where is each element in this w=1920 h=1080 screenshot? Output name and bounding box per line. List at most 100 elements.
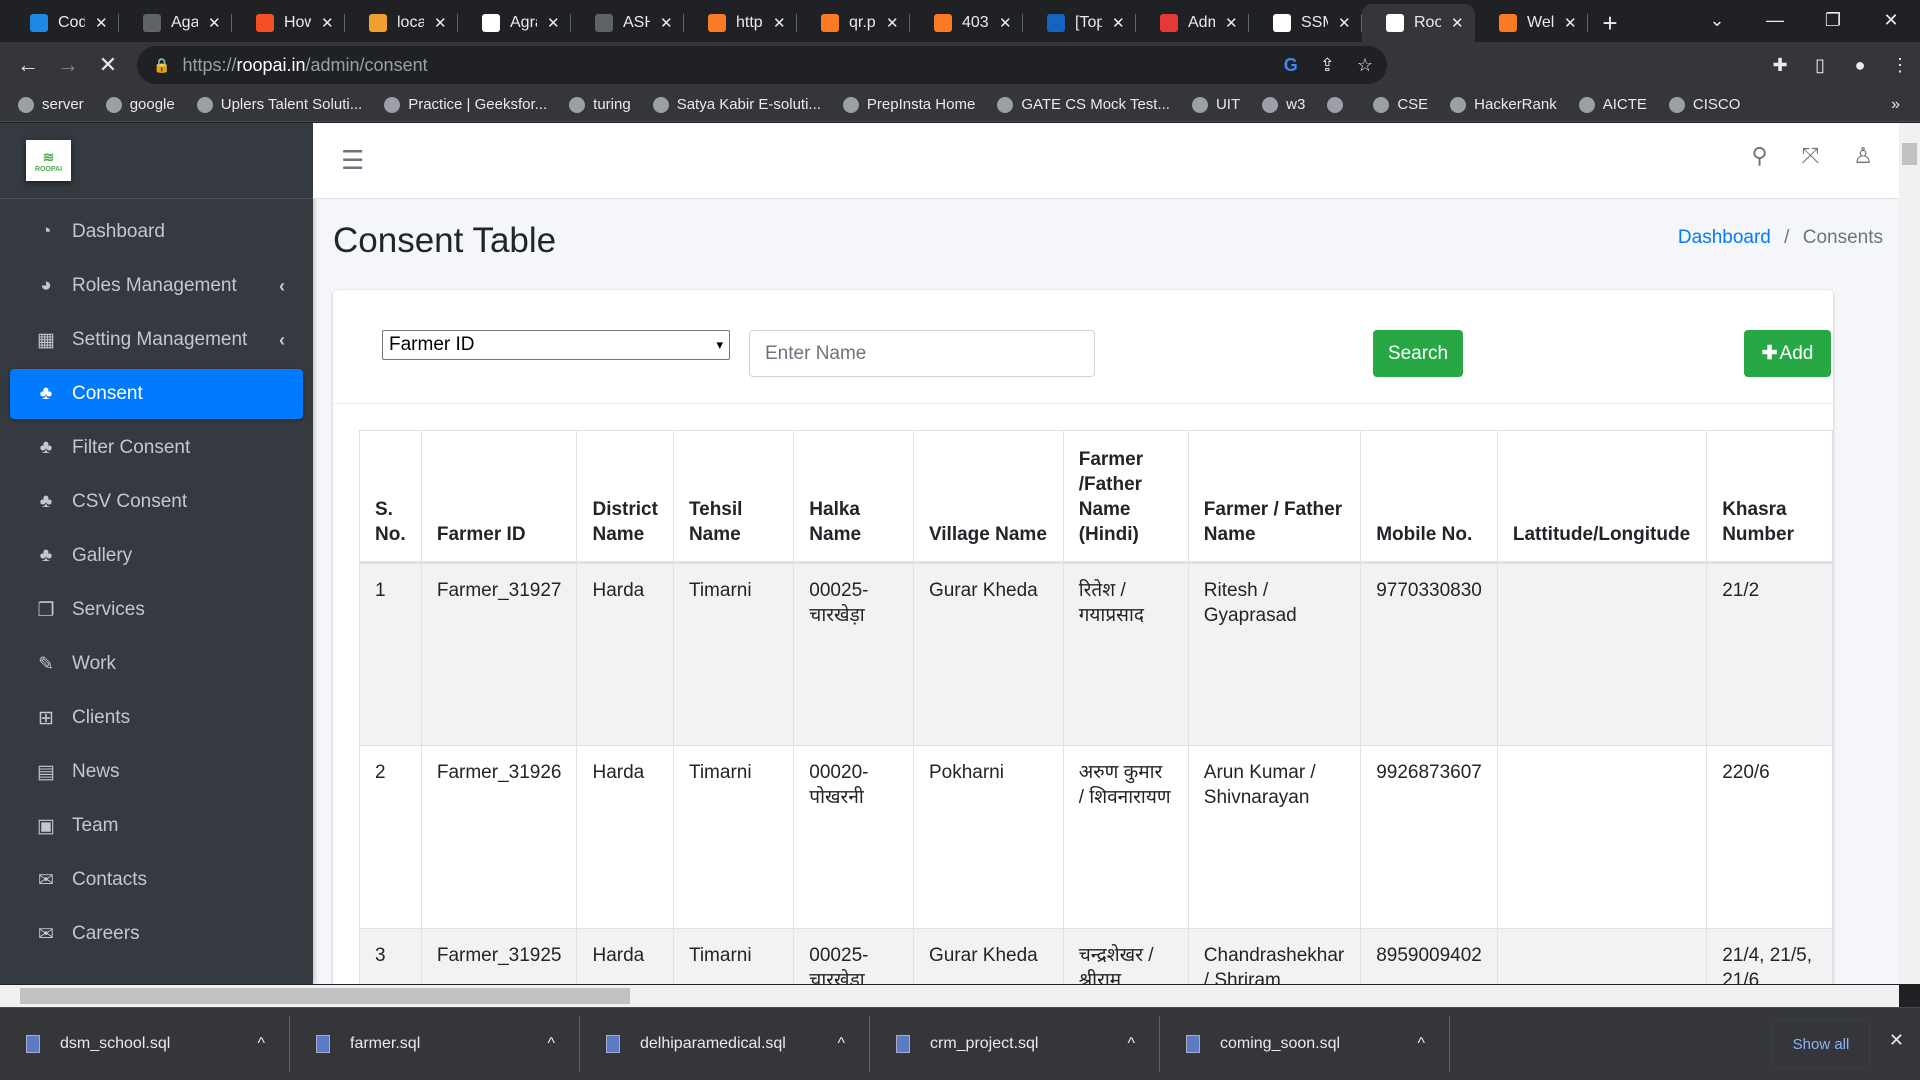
tab-close-icon[interactable]: ✕ [321, 14, 335, 32]
browser-tab[interactable]: ASHO ✕ [571, 4, 684, 42]
share-icon[interactable]: ⇪ [1320, 55, 1335, 76]
vertical-scroll-thumb[interactable] [1902, 143, 1917, 165]
browser-tab[interactable]: Agra ✕ [458, 4, 571, 42]
browser-tab[interactable]: Adm ✕ [1136, 4, 1249, 42]
sidebar-item-services[interactable]: ❐ Services [10, 585, 303, 635]
close-downloads-icon[interactable]: ✕ [1889, 1030, 1904, 1051]
extensions-icon[interactable]: ✚ [1760, 55, 1800, 76]
bookmarks-overflow-icon[interactable]: » [1891, 96, 1900, 114]
bookmark-item[interactable]: Satya Kabir E-soluti... [652, 96, 821, 113]
sidebar-item-team[interactable]: ▣ Team [10, 801, 303, 851]
vertical-scrollbar[interactable] [1899, 123, 1920, 984]
bookmark-item[interactable]: Practice | Geeksfor... [384, 96, 547, 113]
tab-close-icon[interactable]: ✕ [999, 14, 1013, 32]
column-header[interactable]: Village Name [912, 430, 1064, 564]
download-options-caret-icon[interactable]: ^ [837, 1035, 845, 1053]
tab-close-icon[interactable]: ✕ [547, 14, 561, 32]
forward-button[interactable]: → [48, 52, 88, 78]
bookmark-item[interactable]: google [105, 96, 175, 113]
tab-close-icon[interactable]: ✕ [1225, 14, 1239, 32]
horizontal-scroll-thumb[interactable] [20, 988, 630, 1004]
brand[interactable]: ≋ ROOPAI [0, 123, 313, 199]
bookmark-item[interactable]: HackerRank [1450, 96, 1557, 113]
column-header[interactable]: Lattitude/Longitude [1496, 430, 1708, 564]
sidebar-item-news[interactable]: ▤ News [10, 747, 303, 797]
bookmark-item[interactable]: turing [569, 96, 631, 113]
tab-close-icon[interactable]: ✕ [434, 14, 448, 32]
download-options-caret-icon[interactable]: ^ [1417, 1035, 1425, 1053]
browser-tab[interactable]: SSM ✕ [1249, 4, 1362, 42]
search-button[interactable]: Search [1373, 330, 1463, 377]
bookmark-item[interactable]: GATE CS Mock Test... [997, 96, 1170, 113]
browser-tab[interactable]: local ✕ [345, 4, 458, 42]
bookmark-item[interactable]: Uplers Talent Soluti... [196, 96, 362, 113]
browser-tab[interactable]: Welc ✕ [1475, 4, 1588, 42]
column-header[interactable]: Halka Name [793, 430, 914, 564]
menu-kebab-icon[interactable]: ⋮ [1880, 55, 1920, 76]
bookmark-item[interactable]: w3 [1262, 96, 1305, 113]
google-lens-icon[interactable]: G [1284, 55, 1298, 76]
browser-tab[interactable]: [Top ✕ [1023, 4, 1136, 42]
download-options-caret-icon[interactable]: ^ [257, 1035, 265, 1053]
horizontal-scrollbar[interactable] [0, 985, 1899, 1007]
bookmark-item[interactable]: CSE [1373, 96, 1428, 113]
side-panel-icon[interactable]: ▯ [1800, 55, 1840, 76]
sidebar-item-consent[interactable]: ♣ Consent [10, 369, 303, 419]
browser-tab[interactable]: 403 F ✕ [910, 4, 1023, 42]
tab-close-icon[interactable]: ✕ [208, 14, 222, 32]
breadcrumb-dashboard-link[interactable]: Dashboard [1678, 227, 1771, 248]
sidebar-item-setting-management[interactable]: ▦ Setting Management ‹ [10, 315, 303, 365]
add-button[interactable]: ✚ Add [1744, 330, 1831, 377]
sidebar-item-clients[interactable]: ⊞ Clients [10, 693, 303, 743]
tab-close-icon[interactable]: ✕ [773, 14, 787, 32]
column-header[interactable]: Farmer /Father Name (Hindi) [1062, 430, 1189, 564]
column-header[interactable]: Tehsil Name [672, 430, 795, 564]
browser-tab[interactable]: How ✕ [232, 4, 345, 42]
browser-tab[interactable]: Code ✕ [6, 4, 119, 42]
tab-search-icon[interactable]: ⌄ [1688, 0, 1746, 40]
sidebar-item-work[interactable]: ✎ Work [10, 639, 303, 689]
close-window-button[interactable]: ✕ [1862, 0, 1920, 40]
tab-close-icon[interactable]: ✕ [660, 14, 674, 32]
download-item[interactable]: farmer.sql ^ [290, 1016, 580, 1072]
bookmark-item[interactable]: AICTE [1578, 96, 1647, 113]
sidebar-item-dashboard[interactable]: ◔ Dashboard [10, 207, 303, 257]
sidebar-item-csv-consent[interactable]: ♣ CSV Consent [10, 477, 303, 527]
browser-tab[interactable]: qr.ph ✕ [797, 4, 910, 42]
column-header[interactable]: Farmer ID [420, 430, 578, 564]
hamburger-menu-icon[interactable]: ☰ [341, 145, 364, 176]
name-search-input[interactable]: Enter Name [749, 330, 1095, 377]
download-item[interactable]: delhiparamedical.sql ^ [580, 1016, 870, 1072]
bookmark-item[interactable]: CISCO [1668, 96, 1740, 113]
column-header[interactable]: S. No. [359, 430, 422, 564]
sidebar-item-filter-consent[interactable]: ♣ Filter Consent [10, 423, 303, 473]
minimize-button[interactable]: — [1746, 0, 1804, 40]
bookmark-item[interactable]: UIT [1191, 96, 1240, 113]
sidebar-item-gallery[interactable]: ♣ Gallery [10, 531, 303, 581]
new-tab-button[interactable]: + [1588, 4, 1632, 42]
search-icon[interactable]: ⚲ [1752, 143, 1768, 169]
tab-close-icon[interactable]: ✕ [886, 14, 900, 32]
tab-close-icon[interactable]: ✕ [1564, 14, 1578, 32]
user-icon[interactable]: ♙ [1853, 143, 1873, 169]
sidebar-item-roles-management[interactable]: ◕ Roles Management ‹ [10, 261, 303, 311]
column-header[interactable]: Khasra Number [1706, 430, 1833, 564]
bookmark-item[interactable]: server [18, 96, 84, 113]
tab-close-icon[interactable]: ✕ [1338, 14, 1352, 32]
browser-tab[interactable]: Agar ✕ [119, 4, 232, 42]
column-header[interactable]: Farmer / Father Name [1187, 430, 1362, 564]
tab-close-icon[interactable]: ✕ [1112, 14, 1126, 32]
address-bar[interactable]: 🔒 https://roopai.in/admin/consent G ⇪ ☆ [137, 46, 1387, 84]
column-header[interactable]: Mobile No. [1360, 430, 1498, 564]
bookmark-star-icon[interactable]: ☆ [1357, 55, 1373, 76]
download-options-caret-icon[interactable]: ^ [547, 1035, 555, 1053]
bookmark-item[interactable]: PrepInsta Home [842, 96, 975, 113]
stop-loading-button[interactable]: ✕ [88, 52, 128, 78]
bookmark-item[interactable] [1327, 96, 1351, 113]
browser-tab[interactable]: https ✕ [684, 4, 797, 42]
show-all-downloads-button[interactable]: Show all [1772, 1020, 1870, 1068]
tab-close-icon[interactable]: ✕ [1451, 14, 1465, 32]
sidebar-item-contacts[interactable]: ✉ Contacts [10, 855, 303, 905]
download-options-caret-icon[interactable]: ^ [1127, 1035, 1135, 1053]
restore-button[interactable]: ❐ [1804, 0, 1862, 40]
